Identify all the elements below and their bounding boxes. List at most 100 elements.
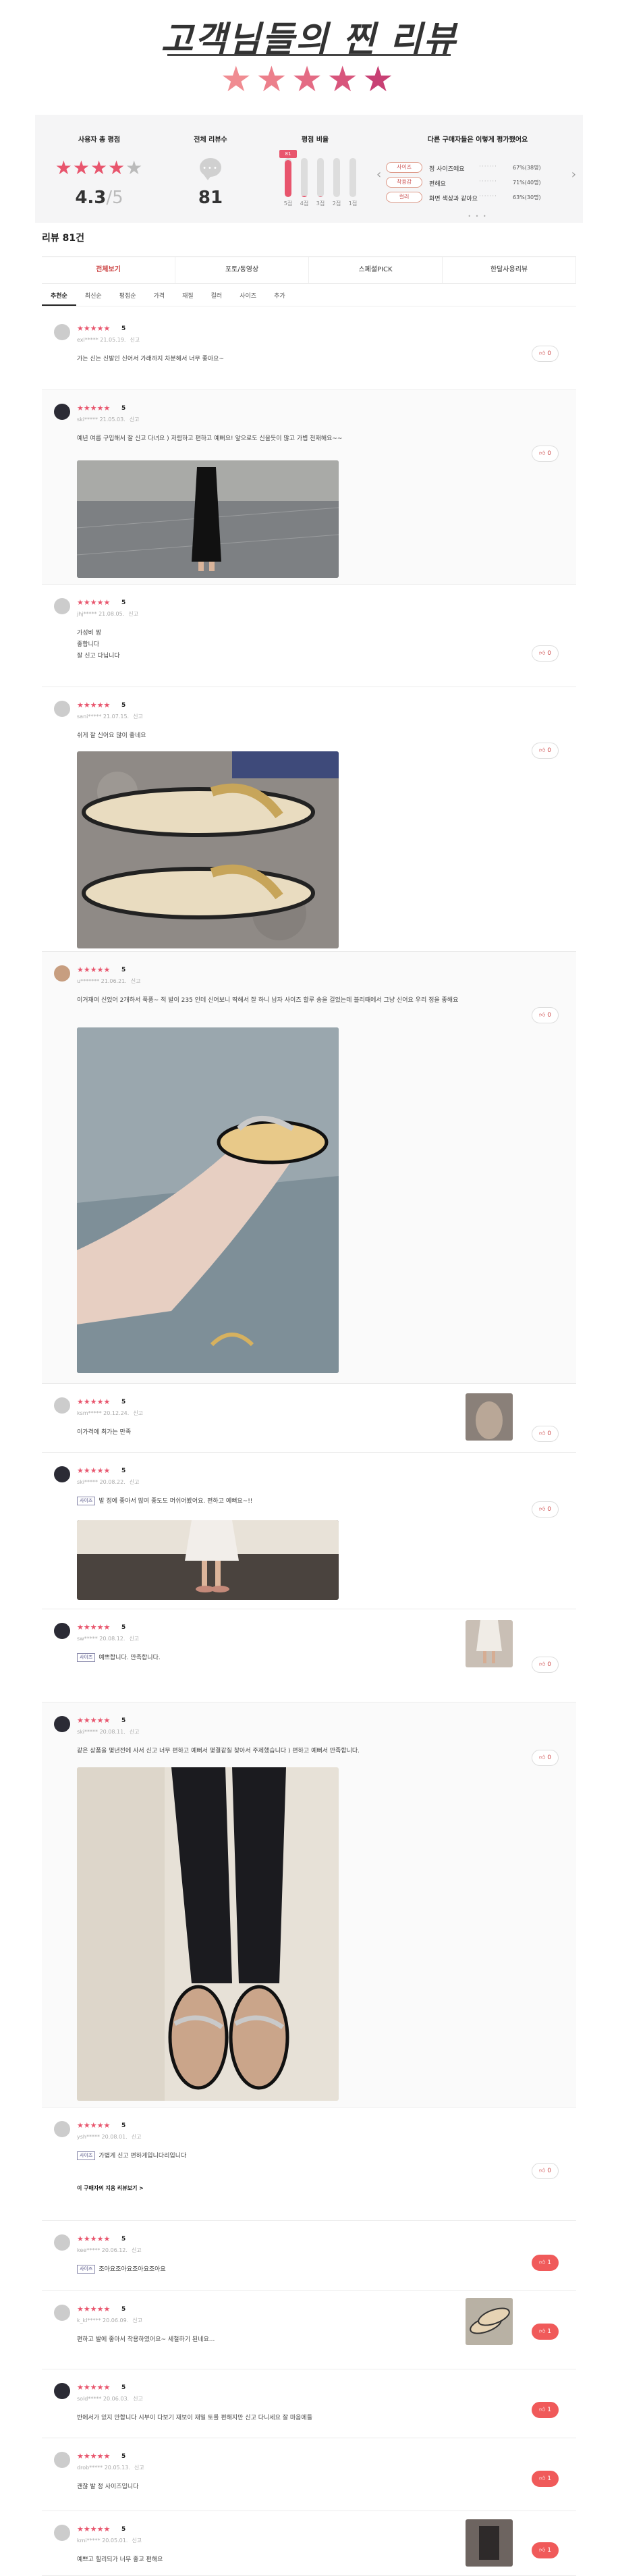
review-photo[interactable]: [77, 751, 339, 948]
like-count: 0: [547, 1012, 551, 1019]
tab-photo[interactable]: 포토/동영상: [175, 257, 309, 283]
like-button[interactable]: 👍︎ 0: [532, 743, 559, 759]
like-button[interactable]: 👍︎ 0: [532, 1657, 559, 1673]
review-stars: ★★★★★: [77, 2452, 111, 2461]
tab-all[interactable]: 전체보기: [42, 257, 175, 283]
hero-star-icon: ★: [291, 59, 327, 100]
review-thumb[interactable]: [466, 1393, 513, 1441]
review-meta: ski***** 20.08.22. 신고: [77, 1478, 139, 1486]
review-stars: ★★★★★: [77, 2525, 111, 2533]
report-link[interactable]: 신고: [128, 611, 138, 617]
review-item: ★★★★★ 5 exl***** 21.05.19. 신고 가는 신는 신발인 신어…: [42, 311, 576, 390]
more-reviews-link[interactable]: 이 구매자의 지용 리뷰보기 >: [77, 2184, 144, 2192]
sort-latest[interactable]: 최신순: [76, 286, 111, 306]
review-score: 5: [121, 2384, 126, 2391]
thumbs-up-icon: 👍︎: [538, 747, 546, 754]
report-link[interactable]: 신고: [133, 714, 143, 720]
review-thumb[interactable]: [466, 1620, 513, 1667]
like-button[interactable]: 👍︎ 0: [532, 2163, 559, 2179]
report-link[interactable]: 신고: [130, 1729, 140, 1735]
like-button[interactable]: 👍︎ 0: [532, 1750, 559, 1766]
like-button[interactable]: 👍︎ 0: [532, 346, 559, 362]
review-score: 5: [121, 2526, 126, 2533]
review-text: 예쁘합니다. 만족합니다.: [99, 1655, 161, 1661]
avatar: [54, 2452, 70, 2468]
review-photo[interactable]: [77, 1767, 339, 2101]
review-photo[interactable]: [77, 460, 339, 578]
filter-material[interactable]: 재질: [173, 286, 202, 306]
review-user: ski*****: [77, 1729, 99, 1735]
review-meta: sw***** 20.08.12. 신고: [77, 1635, 139, 1642]
review-item: ★★★★★ 5 ksm***** 20.12.24. 신고 이가격에 최가는 만족 👍…: [42, 1384, 576, 1453]
review-body: 사이즈 예쁘합니다. 만족합니다.: [77, 1653, 522, 1664]
like-count: 1: [547, 2475, 551, 2482]
review-count: 리뷰 81건: [42, 233, 84, 244]
filter-extra[interactable]: 추가: [265, 286, 294, 306]
review-item: ★★★★★ 5 ski***** 21.05.03. 신고 예년 여름 구입해서 잘…: [42, 390, 576, 585]
review-item: ★★★★★ 5 ski***** 20.08.22. 신고 사이즈 발 정에 좋아서 …: [42, 1453, 576, 1609]
hero: 고객님들의 찐 리뷰 ★★★★★: [0, 0, 618, 115]
like-button[interactable]: 👍︎ 1: [532, 2471, 559, 2487]
review-score: 5: [121, 2306, 126, 2313]
report-link[interactable]: 신고: [130, 337, 140, 343]
avatar: [54, 1466, 70, 1482]
review-photo-sandals: [77, 751, 339, 948]
review-photo[interactable]: [77, 1027, 339, 1373]
filter-price[interactable]: 가격: [145, 286, 174, 306]
total-reviews-block: 전체 리뷰수 ••• 81: [163, 115, 258, 223]
report-link[interactable]: 신고: [134, 2465, 144, 2471]
review-thumb[interactable]: [466, 2519, 513, 2567]
review-tag: 사이즈: [77, 2151, 96, 2160]
review-user: ski*****: [77, 1479, 99, 1485]
report-link[interactable]: 신고: [131, 978, 141, 984]
like-button[interactable]: 👍︎ 1: [532, 2542, 559, 2558]
filter-color[interactable]: 컬러: [202, 286, 231, 306]
report-link[interactable]: 신고: [132, 2247, 142, 2253]
review-user: jhj*****: [77, 611, 97, 617]
thumbs-up-icon: 👍︎: [538, 350, 546, 357]
like-button[interactable]: 👍︎ 0: [532, 645, 559, 662]
review-text: 쉬게 잘 신어요 많이 좋네요: [77, 732, 146, 739]
like-button[interactable]: 👍︎ 0: [532, 446, 559, 462]
report-link[interactable]: 신고: [132, 2134, 142, 2140]
review-item: ★★★★★ 5 jhj***** 21.08.05. 신고 가성비 짱 좋합니다 잘…: [42, 585, 576, 687]
like-button[interactable]: 👍︎ 1: [532, 2402, 559, 2418]
avatar: [54, 2234, 70, 2251]
like-button[interactable]: 👍︎ 0: [532, 1007, 559, 1023]
tab-special-pick[interactable]: 스페셜PICK: [309, 257, 443, 283]
like-button[interactable]: 👍︎ 0: [532, 1501, 559, 1518]
like-button[interactable]: 👍︎ 1: [532, 2255, 559, 2271]
review-text: 가성비 짱 좋합니다 잘 신고 다닙니다: [77, 630, 120, 660]
review-thumb[interactable]: [466, 2298, 513, 2345]
sort-rating[interactable]: 평점순: [111, 286, 145, 306]
avatar: [54, 1397, 70, 1414]
like-button[interactable]: 👍︎ 0: [532, 1426, 559, 1442]
carousel-pager[interactable]: • • •: [372, 213, 583, 219]
sort-filter-bar: 추천순 최신순 평점순 가격 재질 컬러 사이즈 추가: [42, 286, 576, 306]
sort-recommended[interactable]: 추천순: [42, 286, 76, 306]
thumbs-up-icon: 👍︎: [538, 1754, 546, 1761]
review-user: kee*****: [77, 2247, 101, 2253]
tab-month-use[interactable]: 한달사용리뷰: [443, 257, 576, 283]
report-link[interactable]: 신고: [133, 1410, 143, 1416]
report-link[interactable]: 신고: [132, 2317, 142, 2324]
rating-bar-fill: [317, 196, 324, 197]
avatar: [54, 2121, 70, 2137]
review-stars: ★★★★★: [77, 701, 111, 709]
like-count: 0: [547, 450, 551, 457]
review-stars: ★★★★★: [77, 1466, 111, 1475]
review-photo-foot: [77, 1027, 339, 1373]
filter-size[interactable]: 사이즈: [231, 286, 265, 306]
report-link[interactable]: 신고: [132, 2538, 142, 2544]
review-score: 5: [121, 2453, 126, 2460]
rating-bar-fill: [301, 195, 308, 197]
report-link[interactable]: 신고: [133, 2396, 143, 2402]
review-body: 가성비 짱 좋합니다 잘 신고 다닙니다: [77, 628, 522, 662]
report-link[interactable]: 신고: [129, 1636, 139, 1642]
report-link[interactable]: 신고: [130, 417, 140, 423]
like-button[interactable]: 👍︎ 1: [532, 2324, 559, 2340]
review-photo[interactable]: [77, 1520, 339, 1600]
avatar: [54, 324, 70, 340]
hero-star-icon: ★: [256, 59, 291, 100]
report-link[interactable]: 신고: [130, 1479, 140, 1485]
